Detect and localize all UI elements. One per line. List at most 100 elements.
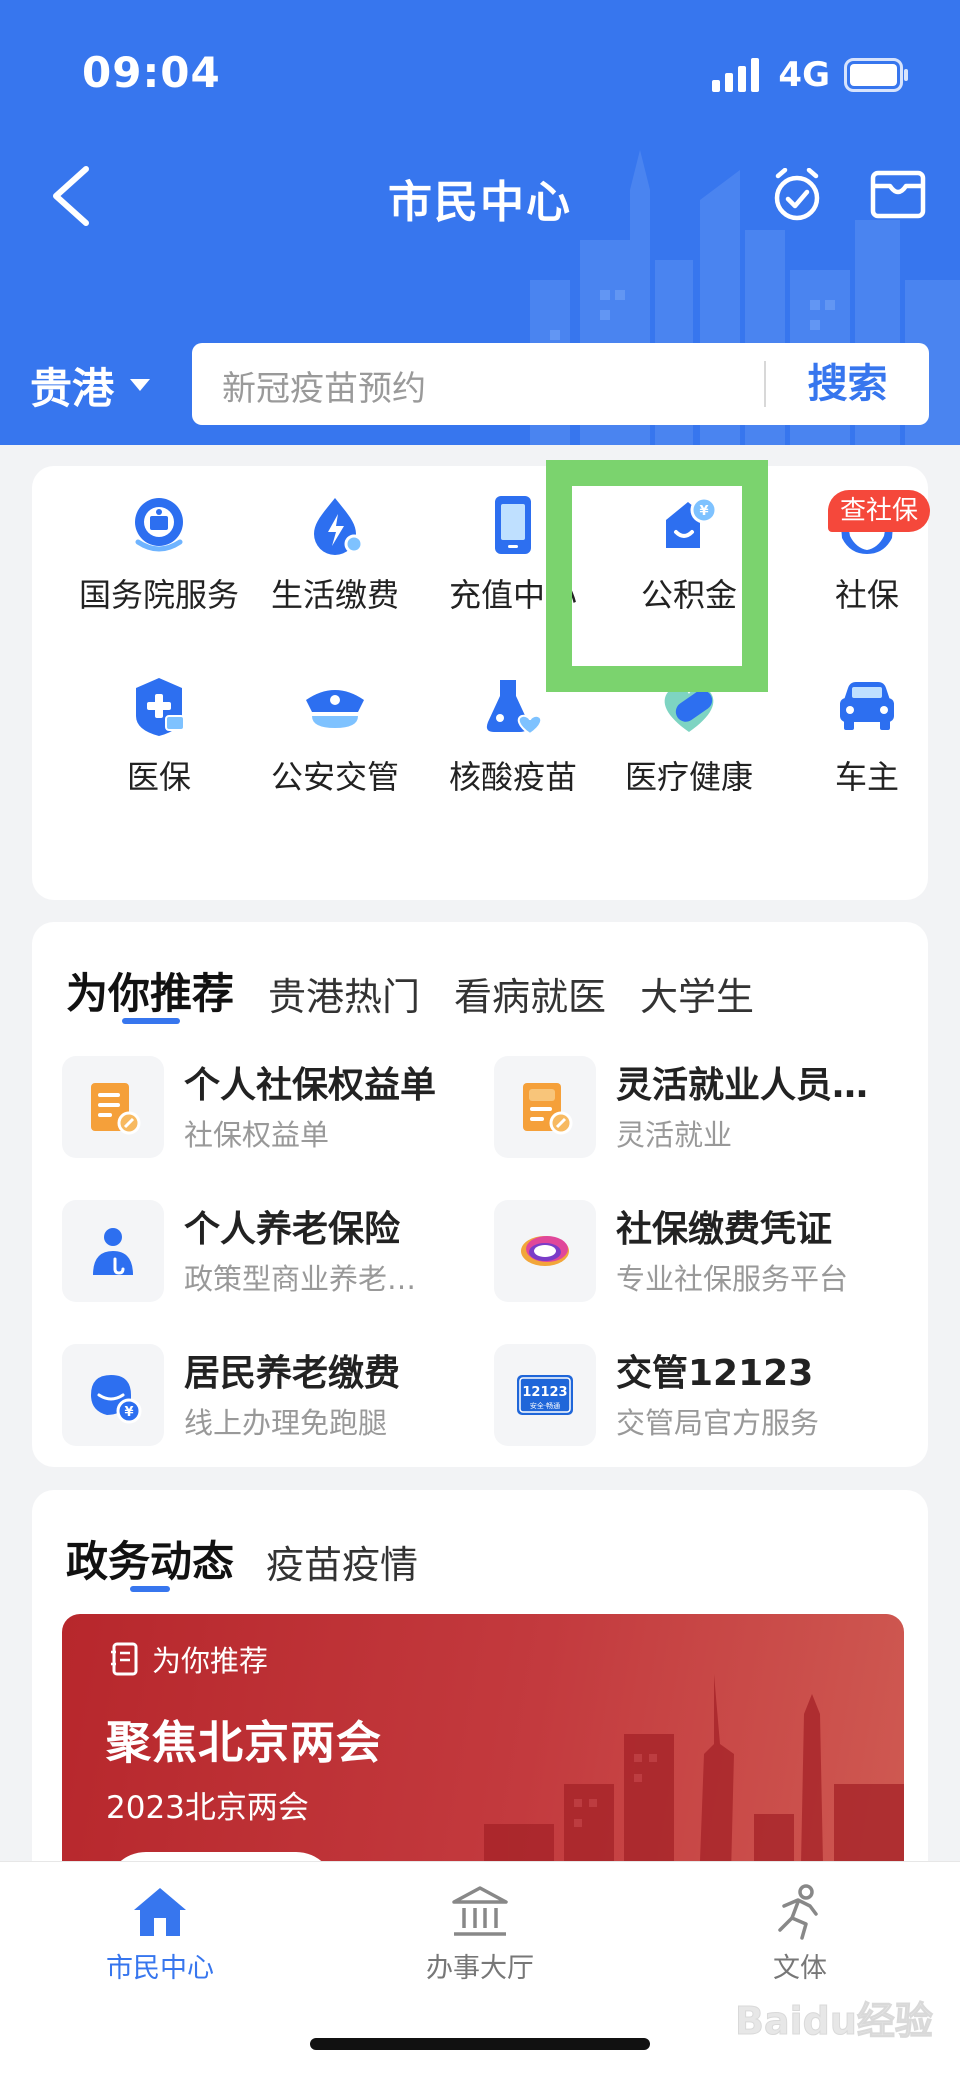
service-traffic-police[interactable]: 公安交管	[246, 648, 424, 808]
document-orange-icon	[91, 1083, 141, 1135]
tab-label: 文体	[773, 1953, 827, 1984]
item-subtitle: 政策型商业养老…	[184, 1262, 417, 1296]
service-label: 公安交管	[270, 758, 399, 796]
item-subtitle: 灵活就业	[616, 1118, 733, 1152]
tab-label: 市民中心	[106, 1953, 214, 1984]
item-subtitle: 线上办理免跑腿	[184, 1406, 388, 1440]
app-header: 09:04 4G 市民中心 贵港 新冠疫苗预约 搜索	[0, 0, 960, 445]
item-title: 居民养老缴费	[184, 1353, 401, 1394]
running-person-icon	[778, 1884, 818, 1940]
tab-vaccine-epidemic[interactable]: 疫苗疫情	[266, 1534, 418, 1589]
service-label: 国务院服务	[78, 576, 239, 614]
svg-text:安全·畅通: 安全·畅通	[530, 1401, 560, 1410]
item-title: 灵活就业人员…	[616, 1065, 869, 1106]
list-item[interactable]: 个人养老保险 政策型商业养老…	[32, 1200, 452, 1304]
alarm-clock-check-icon[interactable]	[770, 168, 824, 222]
home-icon	[134, 1888, 186, 1936]
colorful-ring-logo-icon	[521, 1236, 569, 1266]
svg-text:¥: ¥	[124, 1405, 133, 1420]
signal-icon	[712, 58, 760, 92]
government-hall-icon	[452, 1886, 508, 1936]
city-name: 贵港	[30, 363, 115, 413]
item-icon-tile: ¥	[62, 1344, 164, 1446]
state-council-emblem-icon	[135, 498, 183, 552]
tab-citizen-center[interactable]: 市民中心	[60, 1884, 260, 1985]
caret-down-icon	[130, 379, 151, 391]
wallet-icon[interactable]	[870, 168, 926, 220]
banner-title: 聚焦北京两会	[106, 1716, 383, 1769]
item-subtitle: 专业社保服务平台	[616, 1262, 849, 1296]
service-label: 医疗健康	[624, 758, 753, 796]
item-subtitle: 交管局官方服务	[616, 1406, 820, 1440]
bottom-tab-bar: 市民中心 办事大厅 文体 Baidu经验	[0, 1862, 960, 2079]
item-title: 交管12123	[616, 1353, 814, 1394]
list-item[interactable]: ¥ 居民养老缴费 线上办理免跑腿	[32, 1344, 452, 1448]
medical-shield-icon	[136, 678, 185, 736]
service-label: 医保	[126, 758, 191, 796]
item-icon-tile	[62, 1200, 164, 1302]
search-button[interactable]: 搜索	[766, 343, 929, 425]
app-12123-logo-icon: 12123 安全·畅通	[517, 1375, 573, 1415]
tab-college-student[interactable]: 大学生	[640, 966, 754, 1021]
active-tab-underline	[130, 1586, 170, 1592]
tab-government-news[interactable]: 政务动态	[66, 1528, 234, 1589]
active-tab-underline	[122, 1018, 180, 1024]
item-icon-tile	[62, 1056, 164, 1158]
service-label: 车主	[834, 758, 899, 796]
svg-text:12123: 12123	[522, 1385, 567, 1400]
list-item[interactable]: 灵活就业人员… 灵活就业	[464, 1056, 884, 1160]
search-input[interactable]: 新冠疫苗预约	[222, 361, 426, 410]
battery-icon	[844, 58, 908, 92]
item-subtitle: 社保权益单	[184, 1118, 330, 1152]
highlight-box	[546, 460, 768, 692]
list-item[interactable]: 社保缴费凭证 专业社保服务平台	[464, 1200, 884, 1304]
list-item[interactable]: 12123 安全·畅通 交管12123 交管局官方服务	[464, 1344, 884, 1448]
notebook-icon	[111, 1642, 138, 1676]
recommend-card: 为你推荐 贵港热门 看病就医 大学生 个人社保权益单 社保权益单 灵活就业人员……	[32, 922, 928, 1467]
tab-label: 办事大厅	[426, 1953, 534, 1984]
item-title: 个人社保权益单	[184, 1065, 437, 1106]
service-state-council[interactable]: 国务院服务	[70, 466, 248, 626]
service-medical-insurance[interactable]: 医保	[70, 648, 248, 808]
service-label: 社保	[834, 576, 899, 614]
social-security-badge: 查社保	[828, 490, 931, 532]
tab-culture-sports[interactable]: 文体	[700, 1884, 900, 1985]
item-title: 个人养老保险	[184, 1209, 401, 1250]
city-selector[interactable]: 贵港	[30, 358, 151, 413]
recommend-tabs: 为你推荐 贵港热门 看病就医 大学生	[66, 960, 754, 1021]
svg-text:Baidu经验: Baidu经验	[735, 1999, 933, 2043]
tab-guigang-hot[interactable]: 贵港热门	[268, 966, 420, 1021]
service-grid-card: 国务院服务 生活缴费 充值中心 ¥ 公积金 社保 医保 公安交管 核酸疫苗 医疗…	[32, 466, 928, 1339]
tab-recommend[interactable]: 为你推荐	[66, 960, 234, 1021]
status-indicators: 4G	[712, 55, 910, 95]
item-title: 社保缴费凭证	[616, 1209, 833, 1250]
search-bar[interactable]: 新冠疫苗预约 搜索	[192, 343, 929, 425]
banner-subtitle: 2023北京两会	[106, 1790, 309, 1826]
elder-yuan-icon: ¥	[91, 1375, 142, 1424]
service-label: 核酸疫苗	[448, 758, 577, 796]
car-icon	[840, 682, 894, 730]
service-label: 生活缴费	[270, 576, 399, 614]
flask-heart-icon	[486, 680, 543, 736]
status-time: 09:04	[82, 48, 221, 97]
status-bar: 09:04 4G	[0, 0, 960, 150]
tab-see-doctor[interactable]: 看病就医	[454, 966, 606, 1021]
banner-tag: 为你推荐	[110, 1638, 268, 1680]
briefcase-doc-icon	[523, 1083, 573, 1135]
person-umbrella-icon	[93, 1228, 133, 1275]
service-car-owner[interactable]: 车主	[778, 648, 956, 808]
item-icon-tile	[494, 1056, 596, 1158]
service-life-payment[interactable]: 生活缴费	[246, 466, 424, 626]
network-type: 4G	[778, 55, 830, 95]
item-icon-tile: 12123 安全·畅通	[494, 1344, 596, 1446]
news-tabs: 政务动态 疫苗疫情	[66, 1528, 418, 1589]
police-cap-icon	[306, 690, 364, 728]
list-item[interactable]: 个人社保权益单 社保权益单	[32, 1056, 452, 1160]
baidu-watermark: Baidu经验	[735, 1999, 933, 2044]
tab-service-hall[interactable]: 办事大厅	[380, 1884, 580, 1985]
water-drop-bolt-icon	[314, 498, 364, 555]
phone-icon	[495, 496, 531, 554]
item-icon-tile	[494, 1200, 596, 1302]
banner-tag-label: 为你推荐	[152, 1644, 269, 1678]
home-indicator	[310, 2038, 650, 2050]
